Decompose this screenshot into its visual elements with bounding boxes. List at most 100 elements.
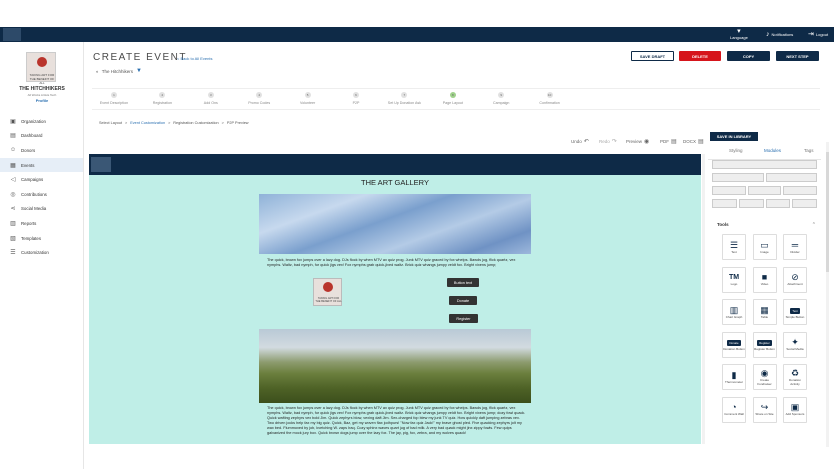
canvas-button-text[interactable]: Button text bbox=[447, 278, 479, 287]
tool-add-sponsors[interactable]: ▣ Add Sponsors bbox=[783, 396, 807, 423]
undo-button[interactable]: Undo ↶ bbox=[571, 138, 589, 145]
notifications-button[interactable]: ♪ Notifications bbox=[766, 28, 793, 41]
chevron-up-icon[interactable]: ⌃ bbox=[812, 222, 816, 228]
layout-1-column[interactable] bbox=[712, 160, 817, 169]
event-logo-icon: ◐ bbox=[96, 68, 99, 74]
tool-simple-button[interactable]: Text Simple Button bbox=[783, 299, 807, 325]
layout-4-col-a[interactable] bbox=[712, 199, 737, 208]
redo-button[interactable]: Redo ↷ bbox=[599, 138, 617, 145]
layout-4-col-c[interactable] bbox=[765, 199, 791, 208]
delete-button[interactable]: DELETE bbox=[679, 51, 721, 61]
layout-2-col-b[interactable] bbox=[765, 173, 817, 182]
sidebar-item-label: Templates bbox=[21, 235, 42, 241]
tool-label: Thermometer bbox=[724, 379, 743, 384]
donors-icon: ☺ bbox=[10, 147, 17, 154]
sidebar-item-donors[interactable]: ☺ Donors bbox=[0, 143, 83, 158]
wheatfield-painting-image[interactable] bbox=[259, 329, 531, 403]
canvas-paragraph-2[interactable]: The quick, brown fox jumps over a lazy d… bbox=[267, 406, 527, 436]
canvas-donate-button[interactable]: Donate bbox=[449, 296, 477, 305]
tool-image[interactable]: ▭ Image bbox=[752, 234, 777, 260]
sidebar-item-events[interactable]: ▦ Events bbox=[0, 157, 83, 173]
layout-2-col-a[interactable] bbox=[712, 173, 764, 182]
event-name: The Hitchhikers bbox=[101, 68, 133, 74]
step-confirmation[interactable]: 10 Confirmation bbox=[520, 92, 580, 105]
next-step-button[interactable]: NEXT STEP bbox=[776, 51, 819, 61]
panel-scrollbar-thumb[interactable] bbox=[826, 152, 829, 272]
layout-3-col-b[interactable] bbox=[747, 186, 782, 195]
sidebar-item-reports[interactable]: ▥ Reports bbox=[0, 216, 83, 231]
canvas-register-button[interactable]: Register bbox=[449, 314, 478, 323]
copy-button[interactable]: COPY bbox=[727, 51, 770, 61]
save-draft-button[interactable]: SAVE DRAFT bbox=[631, 51, 674, 61]
logout-button[interactable]: ⇥ Logout bbox=[808, 28, 828, 41]
docx-button[interactable]: DOCX ▤ bbox=[683, 138, 704, 145]
sidebar-item-dashboard[interactable]: ▤ Dashboard bbox=[0, 129, 83, 144]
layout-4-col-b[interactable] bbox=[738, 199, 764, 208]
layout-3-col-a[interactable] bbox=[712, 186, 746, 195]
share-icon: ⋖ bbox=[10, 206, 16, 213]
tool-attachment[interactable]: ⊘ Attachment bbox=[783, 266, 807, 293]
tool-video[interactable]: ■ Video bbox=[752, 266, 777, 293]
step-number: 7 bbox=[401, 92, 408, 98]
app-logo[interactable] bbox=[3, 28, 21, 41]
tool-text[interactable]: ☰ Text bbox=[722, 234, 746, 260]
canvas-logo-image[interactable]: TAKING ART FOR THE BENEFIT OF ALL bbox=[313, 278, 342, 306]
layout-3-col-c[interactable] bbox=[783, 186, 818, 195]
canvas-header-bar[interactable] bbox=[89, 154, 701, 175]
sidebar-item-campaigns[interactable]: ◁ Campaigns bbox=[0, 172, 83, 187]
tab-styling[interactable]: Styling bbox=[729, 148, 743, 153]
pdf-button[interactable]: PDF ▤ bbox=[660, 138, 677, 145]
sidebar-item-contributions[interactable]: ◎ Contributions bbox=[0, 187, 83, 202]
breadcrumb: Select Layout > Event Customization > Re… bbox=[99, 121, 249, 125]
tool-register-button[interactable]: Register Register Button bbox=[752, 331, 777, 358]
step-number: 2 bbox=[159, 92, 166, 98]
breadcrumb-registration-customization[interactable]: Registration Customization bbox=[173, 121, 218, 125]
tool-chart-graph[interactable]: ▥ Chart Graph bbox=[722, 299, 746, 325]
step-number: 1 bbox=[111, 92, 117, 98]
template-icon: ▧ bbox=[10, 235, 16, 242]
tool-create-fundraiser[interactable]: ◉ Create Fundraiser bbox=[752, 364, 777, 390]
org-logo-text: TAKING ART FOR THE BENEFIT OF ALL bbox=[29, 73, 55, 85]
breadcrumb-select-layout[interactable]: Select Layout bbox=[99, 121, 122, 125]
save-in-library-button[interactable]: SAVE IN LIBRARY bbox=[710, 132, 758, 141]
canvas-paragraph-1[interactable]: The quick, brown fox jumps over a lazy d… bbox=[267, 258, 527, 268]
org-profile-link[interactable]: Profile bbox=[0, 98, 84, 103]
preview-button[interactable]: Preview ◉ bbox=[626, 138, 649, 145]
sky-painting-image[interactable] bbox=[259, 194, 531, 254]
language-selector[interactable]: ▾ Language bbox=[730, 28, 748, 41]
sidebar-item-organization[interactable]: ▣ Organization bbox=[0, 114, 83, 129]
breadcrumb-event-customization[interactable]: Event Customization bbox=[130, 121, 165, 125]
step-number: 6 bbox=[353, 92, 359, 98]
tool-thermometer[interactable]: ▮ Thermometer bbox=[722, 364, 746, 390]
tool-share-on-site[interactable]: ↪ Share on Site bbox=[752, 396, 777, 423]
tool-label: Text bbox=[731, 249, 737, 254]
sidebar-item-customization[interactable]: ☰ Customization bbox=[0, 245, 83, 260]
sliders-icon: ☰ bbox=[10, 250, 16, 257]
panel-scrollbar[interactable] bbox=[826, 142, 829, 447]
canvas-scrollbar[interactable] bbox=[702, 154, 705, 444]
breadcrumb-separator: > bbox=[125, 121, 128, 125]
tool-donation-button[interactable]: Donate Donation Button bbox=[722, 331, 746, 358]
tool-label: Attachment bbox=[787, 282, 803, 287]
tab-tags[interactable]: Tags bbox=[804, 148, 814, 153]
breadcrumb-p2p-preview[interactable]: P2P Preview bbox=[227, 121, 249, 125]
filter-icon[interactable]: ▼ bbox=[136, 68, 142, 74]
tool-logo[interactable]: TM Logo bbox=[722, 266, 746, 293]
tool-label: Table bbox=[760, 314, 769, 319]
tools-header: Tools bbox=[717, 222, 729, 227]
sidebar-item-label: Social Media bbox=[21, 206, 47, 212]
tool-divider[interactable]: ═ Divider bbox=[783, 234, 807, 260]
tool-table[interactable]: ▦ Table bbox=[752, 299, 777, 325]
layout-4-col-d[interactable] bbox=[792, 199, 817, 208]
canvas-title[interactable]: THE ART GALLERY bbox=[89, 178, 701, 187]
tool-comment-wall[interactable]: ◔ Comment Wall bbox=[722, 396, 746, 423]
sidebar-item-social-media[interactable]: ⋖ Social Media bbox=[0, 202, 83, 217]
tab-modules[interactable]: Modules bbox=[764, 148, 781, 153]
undo-icon: ↶ bbox=[583, 139, 589, 145]
canvas-logo-placeholder[interactable] bbox=[91, 157, 111, 172]
back-to-events-link[interactable]: < Back to All Events bbox=[177, 56, 212, 61]
sidebar-item-templates[interactable]: ▧ Templates bbox=[0, 231, 83, 246]
tool-social-media[interactable]: ✦ Social Media bbox=[783, 331, 807, 358]
page-canvas[interactable]: THE ART GALLERY The quick, brown fox jum… bbox=[89, 154, 701, 444]
tool-donation-activity[interactable]: ♻ Donation Activity bbox=[783, 364, 807, 390]
